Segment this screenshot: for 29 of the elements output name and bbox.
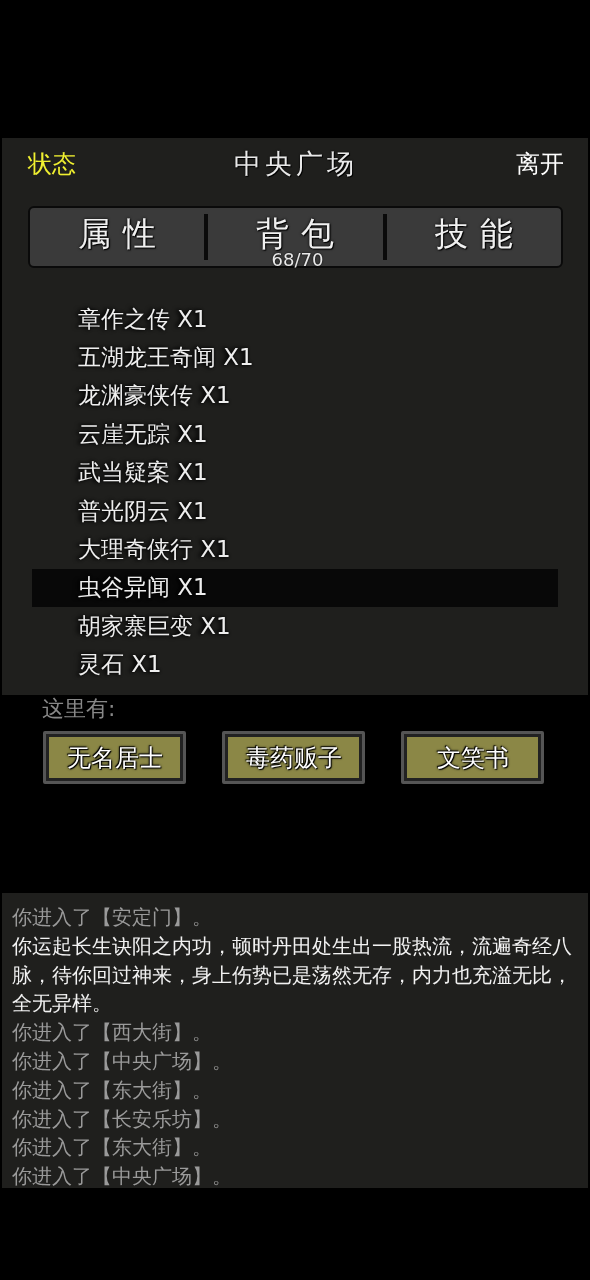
inventory-item[interactable]: 章作之传 X1: [32, 300, 558, 339]
inventory-item[interactable]: 武当疑案 X1: [32, 453, 558, 492]
log-message: 你进入了【东大街】。: [12, 1134, 213, 1162]
inventory-item[interactable]: 云崖无踪 X1: [32, 415, 558, 454]
log-message: 你进入了【东大街】。: [12, 1076, 213, 1104]
inventory-item[interactable]: 大理奇侠行 X1: [32, 530, 558, 569]
npc-button[interactable]: 文笑书: [401, 731, 544, 784]
tab[interactable]: 属性: [66, 216, 169, 250]
npc-button[interactable]: 毒药贩子: [222, 731, 365, 784]
tab[interactable]: 背包: [244, 216, 347, 250]
npc-button[interactable]: 无名居士: [43, 731, 186, 784]
inventory-item[interactable]: 胡家寨巨变 X1: [32, 607, 558, 646]
inventory-item[interactable]: 虫谷异闻 X1: [32, 568, 558, 608]
tab[interactable]: 技能: [422, 216, 525, 250]
log-message: 你进入了【西大街】。: [12, 1019, 213, 1047]
location-title: 中央广场: [234, 147, 358, 181]
log-message: 你进入了【中央广场】。: [12, 1048, 233, 1075]
inventory-item[interactable]: 灵石 X1: [32, 645, 558, 684]
inventory-item[interactable]: 龙渊豪侠传 X1: [32, 376, 558, 416]
leave-button[interactable]: 离开: [516, 148, 564, 180]
log-message: 你进入了【长安乐坊】。: [12, 1105, 233, 1133]
capacity-count: 68/70: [271, 251, 324, 269]
log-message: 你运起长生诀阳之内功，顿时丹田处生出一股热流，流遍奇经八脉，待你回过神来，身上伤势已是荡然无存，内力也充溢无比，全无异样。: [12, 932, 573, 1018]
status-link[interactable]: 状态: [28, 148, 76, 180]
log-message: 你进入了【安定门】。: [12, 904, 213, 931]
inventory-item[interactable]: 五湖龙王奇闻 X1: [32, 338, 558, 377]
here-label: 这里有:: [42, 695, 117, 723]
log-message: 你进入了【中央广场】。: [12, 1163, 233, 1191]
inventory-item[interactable]: 普光阴云 X1: [32, 491, 558, 531]
